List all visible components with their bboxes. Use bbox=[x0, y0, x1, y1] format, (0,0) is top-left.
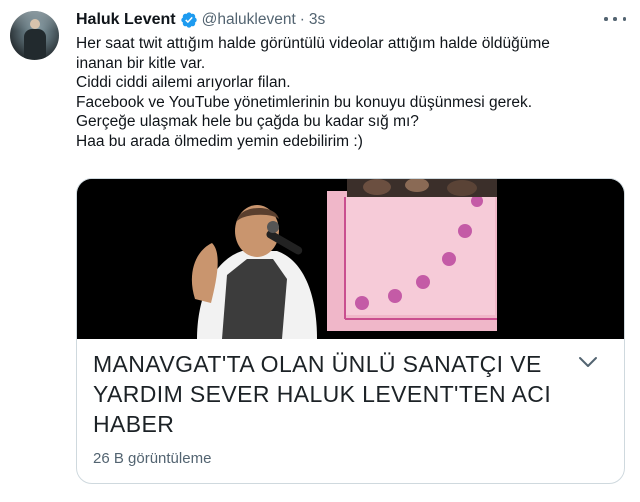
tweet-line: Her saat twit attığım halde görüntülü vi… bbox=[76, 35, 550, 52]
card-headline[interactable]: MANAVGAT'TA OLAN ÜNLÜ SANATÇI VE YARDIM … bbox=[93, 349, 593, 439]
tweet-line: Ciddi ciddi ailemi arıyorlar filan. bbox=[76, 74, 291, 91]
verified-badge-icon bbox=[180, 12, 197, 28]
tweet-line: Haa bu arada ölmedim yemin edebilirim :) bbox=[76, 132, 363, 150]
panel-dot bbox=[416, 275, 430, 289]
headline-line: YARDIM SEVER HALUK LEVENT'TEN ACI bbox=[93, 381, 552, 407]
headline-line: HABER bbox=[93, 411, 175, 437]
tweet-line: Facebook ve YouTube yönetimlerinin bu ko… bbox=[76, 93, 533, 111]
crowd-head bbox=[363, 179, 391, 195]
author-name[interactable]: Haluk Levent bbox=[76, 11, 176, 29]
tweet-line: Gerçeğe ulaşmak hele bu çağda bu kadar s… bbox=[76, 113, 419, 130]
more-dot bbox=[613, 17, 617, 21]
tweet-header: Haluk Levent @haluklevent · 3s bbox=[76, 9, 325, 31]
avatar-head bbox=[30, 19, 40, 29]
crowd-head bbox=[447, 180, 477, 196]
author-handle[interactable]: @haluklevent bbox=[202, 11, 296, 29]
headline-line: MANAVGAT'TA OLAN ÜNLÜ SANATÇI VE bbox=[93, 351, 542, 377]
card-image[interactable] bbox=[77, 179, 625, 339]
chevron-down-icon[interactable] bbox=[577, 353, 599, 371]
avatar[interactable] bbox=[10, 11, 59, 60]
pink-inner bbox=[345, 197, 495, 315]
link-card[interactable]: MANAVGAT'TA OLAN ÜNLÜ SANATÇI VE YARDIM … bbox=[76, 178, 625, 484]
avatar-body bbox=[24, 29, 46, 59]
more-dot bbox=[604, 17, 608, 21]
panel-dot bbox=[388, 289, 402, 303]
more-dot bbox=[622, 17, 626, 21]
more-icon[interactable] bbox=[604, 10, 626, 28]
separator: · bbox=[299, 11, 305, 28]
view-count: 26 B görüntüleme bbox=[93, 450, 212, 467]
panel-dot bbox=[442, 252, 456, 266]
panel-dot bbox=[355, 296, 369, 310]
panel-dot bbox=[458, 224, 472, 238]
tweet-text: Her saat twit attığım halde görüntülü vi… bbox=[76, 34, 626, 151]
tweet-line: inanan bir kitle var. bbox=[76, 54, 206, 72]
timestamp[interactable]: 3s bbox=[309, 11, 325, 29]
microphone-head bbox=[267, 221, 279, 233]
tweet[interactable]: Haluk Levent @haluklevent · 3s Her saat … bbox=[0, 0, 640, 502]
